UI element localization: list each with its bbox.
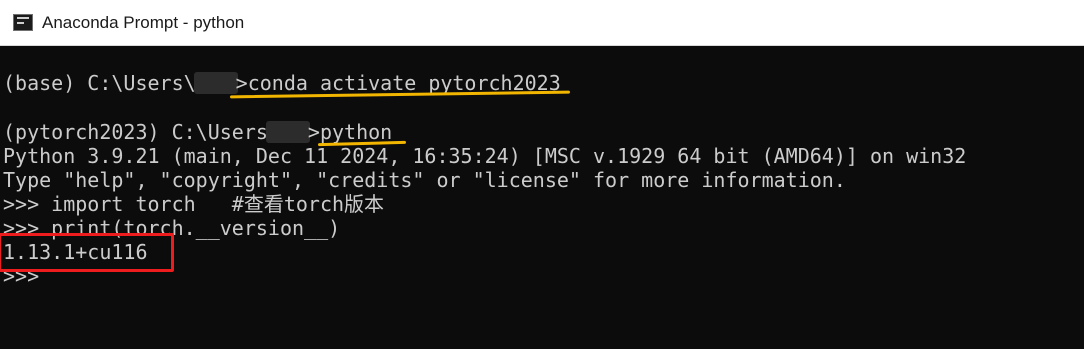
window-title: Anaconda Prompt - python (42, 13, 245, 32)
console-line-help-info: Type "help", "copyright", "credits" or "… (3, 168, 846, 192)
redacted-username (265, 121, 310, 143)
red-highlight-box-version (0, 233, 174, 272)
console-line-python-version: Python 3.9.21 (main, Dec 11 2024, 16:35:… (3, 144, 967, 168)
command-text: >python (307, 120, 393, 144)
prompt-path: (base) C:\Users\ (3, 71, 196, 95)
terminal-icon (13, 14, 33, 31)
window-titlebar[interactable]: Anaconda Prompt - python (0, 0, 1084, 46)
prompt-path: (pytorch2023) C:\Users (3, 120, 268, 144)
console-line-python: (pytorch2023) C:\Users >python (3, 120, 392, 144)
console-output[interactable]: (base) C:\Users\ >conda activate pytorch2… (0, 46, 1084, 349)
console-line-import-torch: >>> import torch #查看torch版本 (3, 192, 385, 216)
redacted-username (193, 72, 238, 94)
